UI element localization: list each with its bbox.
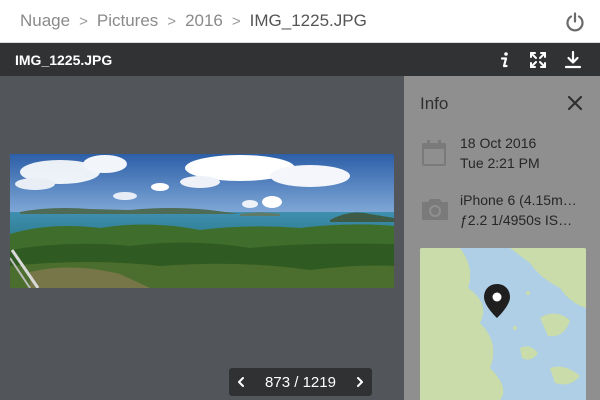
info-panel: Info 18 Oct 2016 Tue 2:21 PM iPhone 6 (4… (404, 76, 600, 400)
photo-pager: 873 / 1219 (229, 368, 372, 396)
panorama-photo[interactable] (10, 154, 394, 288)
location-map[interactable] (420, 248, 586, 400)
breadcrumb: Nuage > Pictures >2016 > IMG_1225.JPG (20, 11, 367, 31)
chevron-right-icon: > (231, 13, 241, 30)
camera-model: iPhone 6 (4.15m… (460, 192, 577, 208)
top-bar: Nuage > Pictures >2016 > IMG_1225.JPG (0, 0, 600, 43)
breadcrumb-item-pictures[interactable]: Pictures (97, 11, 158, 30)
camera-exposure: ƒ2.2 1/4950s IS… (460, 212, 573, 228)
chevron-right-icon: > (79, 13, 88, 30)
next-photo-button[interactable] (348, 368, 372, 396)
camera-icon (420, 196, 450, 227)
calendar-icon (420, 138, 448, 173)
info-icon[interactable] (494, 50, 514, 70)
breadcrumb-current: IMG_1225.JPG (249, 11, 367, 30)
photo-viewer: 873 / 1219 (0, 76, 404, 400)
power-icon[interactable] (564, 11, 586, 33)
chevron-right-icon (357, 377, 363, 387)
fullscreen-icon[interactable] (528, 50, 548, 70)
previous-photo-button[interactable] (229, 368, 253, 396)
chevron-right-icon: > (167, 13, 177, 30)
breadcrumb-item-nuage[interactable]: Nuage (20, 11, 70, 30)
chevron-left-icon (238, 377, 244, 387)
photo-toolbar: IMG_1225.JPG (0, 43, 600, 76)
photo-counter: 873 / 1219 (265, 374, 336, 391)
photo-filename: IMG_1225.JPG (15, 52, 113, 68)
breadcrumb-item-2016[interactable]: 2016 (185, 11, 223, 30)
photo-date: 18 Oct 2016 (460, 135, 537, 151)
info-panel-title: Info (420, 94, 449, 113)
close-icon[interactable] (566, 94, 584, 112)
photo-time: Tue 2:21 PM (460, 155, 540, 171)
download-icon[interactable] (563, 50, 583, 70)
